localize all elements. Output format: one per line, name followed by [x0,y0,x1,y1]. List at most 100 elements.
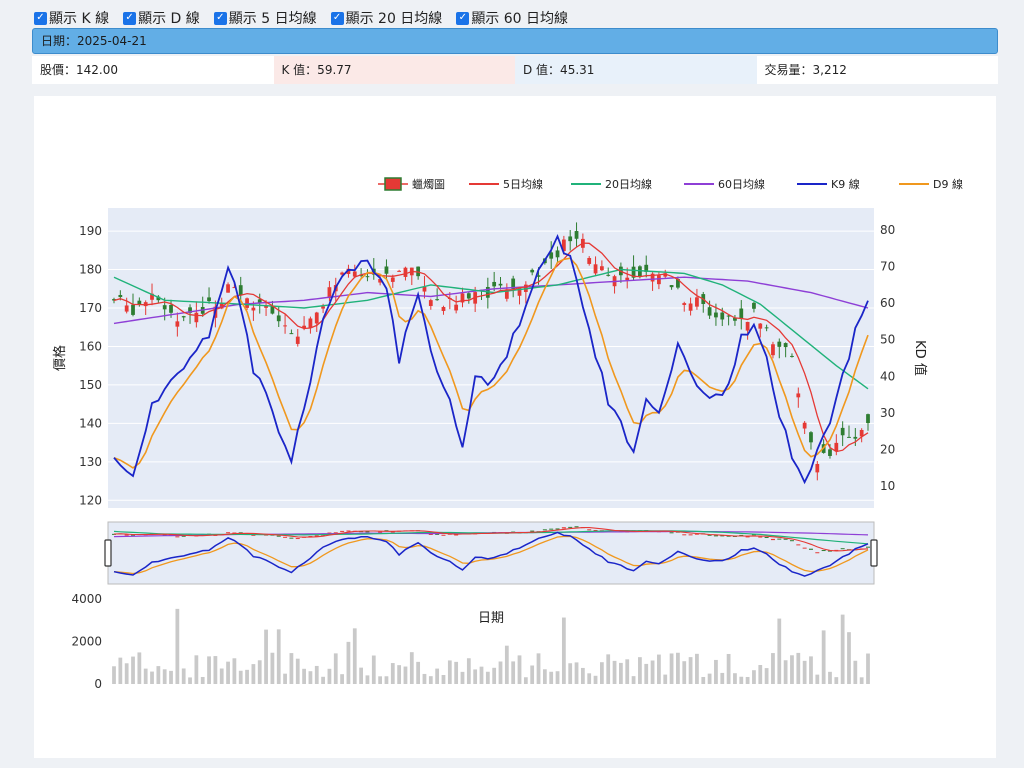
candle-body [321,306,325,309]
candle-body [555,250,560,258]
volume-bar [866,653,870,684]
candle-body [169,304,173,313]
candle-body [815,464,820,473]
checkbox-checked-icon[interactable]: ✓ [34,11,47,25]
slider-candle [821,550,826,552]
volume-bar [428,676,433,684]
volume-bar [441,675,446,684]
volume-bar [156,666,161,684]
volume-bar [327,668,332,684]
volume-bar [752,670,756,684]
volume-bar [397,665,402,684]
volume-bar [739,676,744,684]
toggle-checkbox-3[interactable]: ✓ 顯示 20 日均線 [330,8,442,28]
volume-bar [815,674,820,684]
slider-candle [770,538,775,541]
volume-bar [384,676,389,684]
volume-bar [663,674,668,684]
volume-bar [302,668,306,684]
volume-bar [473,669,478,684]
volume-bar [796,652,801,684]
volume-bar [169,670,173,684]
candle-body [238,285,243,296]
toggle-checkbox-label: 顯示 5 日均線 [228,11,317,27]
volume-bar [631,676,636,684]
volume-bar [352,628,357,684]
volume-bar [162,669,167,684]
candle-body [207,297,211,302]
volume-bar [676,652,680,684]
candle-body [441,307,446,311]
candle-body [802,422,807,429]
volume-bar [289,653,294,684]
candle-body [365,276,370,278]
legend-item: 60日均線 [684,177,765,191]
volume-bar [283,673,287,684]
volume-bar [359,667,363,684]
volume-bar [802,660,807,684]
date-bar: 日期：2025-04-21 [32,28,998,54]
volume-bar [777,618,782,684]
slider-candle [764,537,769,539]
slider-candle [276,535,281,537]
candle-body [352,271,357,277]
volume-bar [758,665,763,684]
legend-item: 蠟燭圖 [378,177,445,191]
series-toggle-bar: ✓ 顯示 K 線 ✓ 顯示 D 線 ✓ 顯示 5 日均線 ✓ 顯示 20 日均線 ✓ 顯示 60 … [34,8,582,28]
candle-body [422,286,427,292]
slider-candle [796,544,801,546]
price-tick-label: 170 [79,301,102,315]
volume-bar [707,673,712,684]
candle-body [131,304,135,315]
candle-body [840,427,845,436]
slider-candle [840,548,845,550]
volume-readout: 交易量：3,212 [756,56,998,84]
range-slider-handle[interactable] [104,539,112,567]
slider-candle [789,540,794,542]
volume-bar [416,661,421,684]
volume-tick-label: 2000 [71,634,102,648]
volume-bar [371,655,376,684]
checkbox-checked-icon[interactable]: ✓ [123,11,137,25]
slider-candle [688,534,693,536]
volume-bar [612,660,617,684]
slider-candle [587,529,592,531]
candle-body [707,307,712,316]
toggle-checkbox-0[interactable]: ✓ 顯示 K 線 [34,8,109,28]
volume-bar [561,617,566,684]
candle-body [847,436,851,438]
volume-bar [745,676,750,684]
slider-candle [530,530,535,532]
volume-bar [847,632,851,684]
candle-body [428,300,433,306]
candle-body [752,302,756,309]
candle-body [790,355,794,357]
candle-body [162,305,167,310]
volume-bar [714,659,718,684]
checkbox-checked-icon[interactable]: ✓ [330,11,344,25]
volume-bar [580,667,585,684]
volume-bar [606,654,611,684]
toggle-checkbox-2[interactable]: ✓ 顯示 5 日均線 [213,8,317,28]
volume-bar [682,661,687,684]
candle-body [695,297,699,307]
kd-tick-label: 30 [880,406,895,420]
toggle-checkbox-label: 顯示 K 線 [49,11,110,27]
volume-bar [131,656,135,684]
price-tick-label: 130 [79,455,102,469]
volume-bar [207,656,211,684]
candle-body [657,275,661,285]
range-slider-handle[interactable] [870,539,878,567]
volume-bar [828,671,832,684]
volume-bar [232,658,237,684]
candle-body [498,283,503,286]
volume-bar [460,671,465,684]
checkbox-checked-icon[interactable]: ✓ [456,11,470,25]
volume-bar [314,665,319,684]
volume-bar [834,677,839,684]
date-readout: 日期：2025-04-21 [41,34,147,48]
toggle-checkbox-1[interactable]: ✓ 顯示 D 線 [123,8,200,28]
checkbox-checked-icon[interactable]: ✓ [213,11,227,25]
volume-bar [644,663,649,684]
toggle-checkbox-4[interactable]: ✓ 顯示 60 日均線 [456,8,568,28]
